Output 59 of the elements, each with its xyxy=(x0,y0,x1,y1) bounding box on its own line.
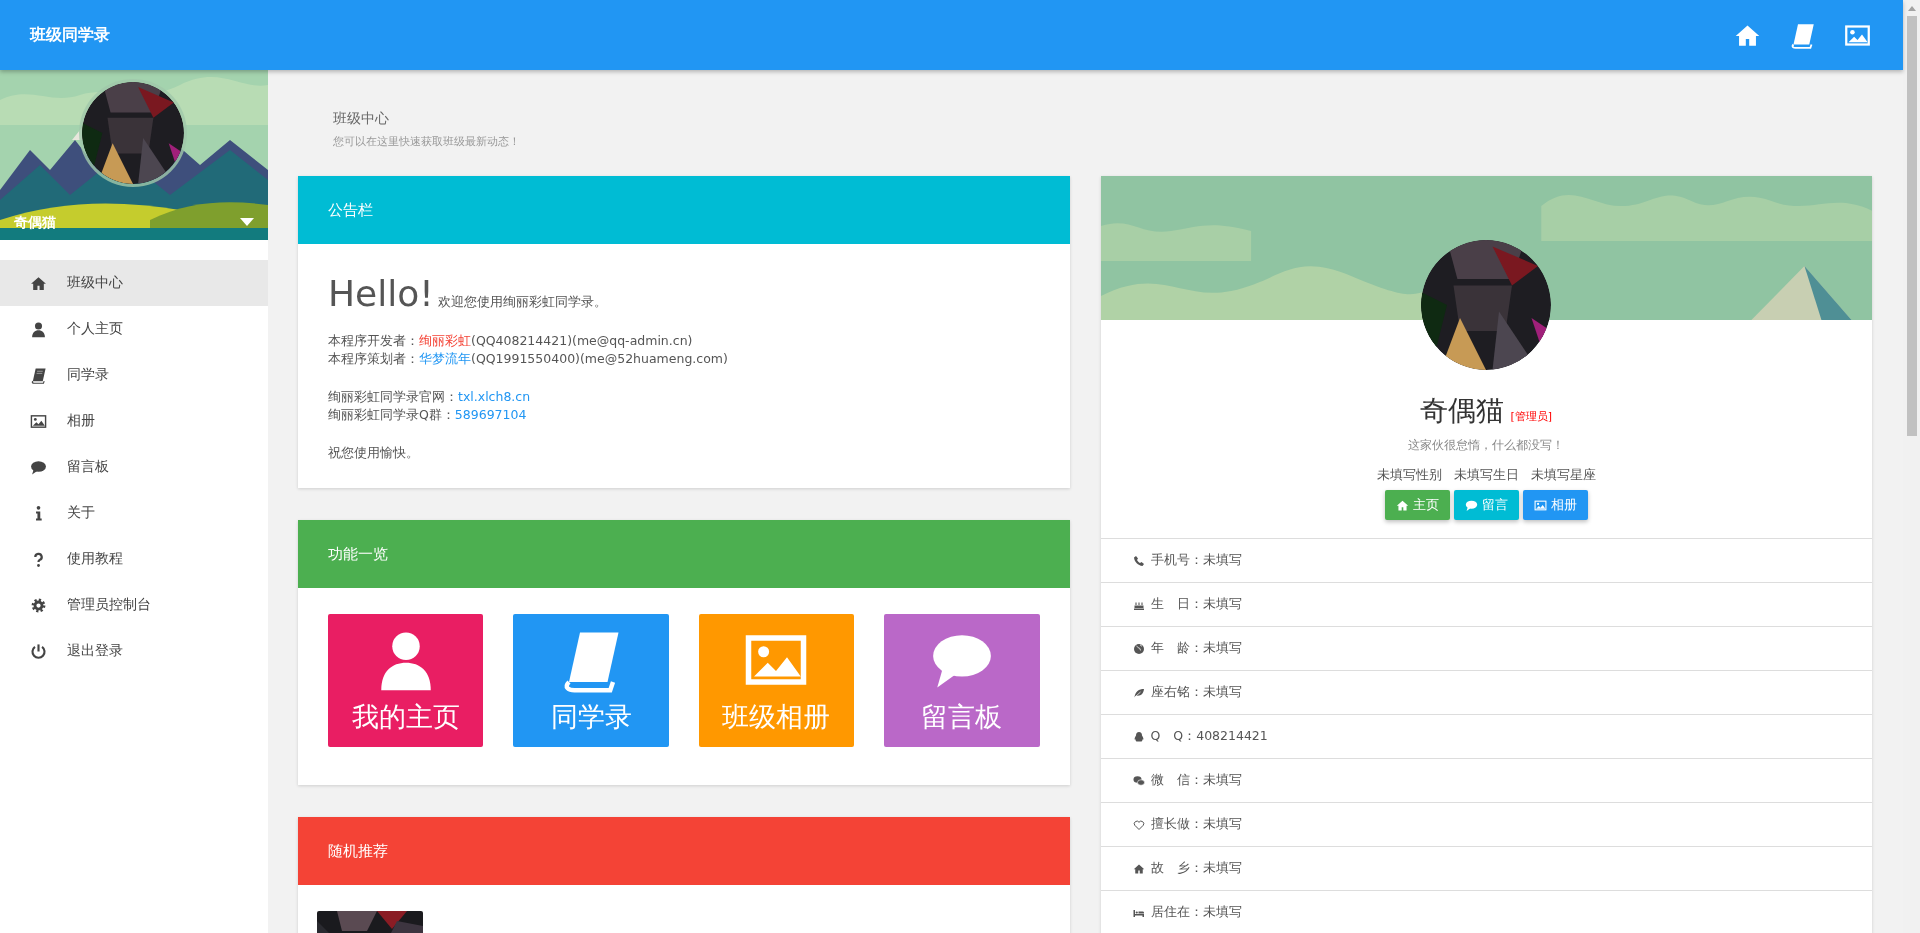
profile-detail: 未填写星座 xyxy=(1530,467,1596,484)
profile-field: 年 龄：未填写 xyxy=(1150,640,1242,657)
settings-icon xyxy=(30,596,47,614)
notice-line: 本程序开发者：绚丽彩虹(QQ408214421)(me@qq-admin.cn) xyxy=(328,332,694,350)
notice-line: 祝您使用愉快。 xyxy=(328,444,420,462)
profile-field: 座右铭：未填写 xyxy=(1150,684,1242,701)
user-icon xyxy=(30,320,47,338)
feature-tile[interactable]: 同学录 xyxy=(513,614,669,747)
link[interactable]: 华梦流年 xyxy=(419,351,471,366)
page-title: 班级中心 xyxy=(333,110,390,128)
profile-field: 故 乡：未填写 xyxy=(1150,860,1242,877)
profile-detail: 未填写生日 xyxy=(1453,467,1519,484)
site-title: 班级同学录 xyxy=(30,24,110,46)
phone-icon xyxy=(1132,554,1145,567)
scrollbar-thumb[interactable] xyxy=(1906,16,1917,436)
card-title: 功能一览 xyxy=(328,544,388,564)
penguin-icon xyxy=(1132,730,1145,743)
book-icon xyxy=(30,366,47,384)
role-tag: [管理员] xyxy=(1510,409,1553,424)
speech-bubble-icon xyxy=(30,458,47,476)
profile-field: 微 信：未填写 xyxy=(1150,772,1242,789)
profile-field: 擅长做：未填写 xyxy=(1150,816,1242,833)
globe-icon xyxy=(1132,642,1145,655)
scroll-up-icon[interactable] xyxy=(1907,6,1916,11)
profile-field: Q Q：408214421 xyxy=(1150,728,1268,745)
book-icon xyxy=(1789,21,1816,49)
link[interactable]: 589697104 xyxy=(454,407,527,422)
profile-button[interactable]: 相册 xyxy=(1522,490,1588,520)
profile-button[interactable]: 主页 xyxy=(1384,490,1450,520)
welcome-text: 欢迎您使用绚丽彩虹同学录。 xyxy=(437,294,607,309)
image-icon xyxy=(30,412,47,430)
notice-line: 本程序策划者：华梦流年(QQ1991550400)(me@52huameng.com) xyxy=(328,350,729,368)
link[interactable]: 绚丽彩虹 xyxy=(419,333,471,348)
chat-bubbles-icon xyxy=(1132,774,1145,787)
profile-field: 手机号：未填写 xyxy=(1150,552,1242,569)
home-icon xyxy=(1132,862,1145,875)
profile-name: 奇偶猫 xyxy=(1420,393,1505,429)
profile-bio: 这家伙很怠惰，什么都没写！ xyxy=(1408,438,1565,453)
feature-tile[interactable]: 留言板 xyxy=(884,614,1040,747)
speech-bubble-icon xyxy=(1464,498,1478,512)
link[interactable]: txl.xlch8.cn xyxy=(458,389,531,404)
profile-field: 居住在：未填写 xyxy=(1150,904,1242,921)
feature-tile[interactable]: 我的主页 xyxy=(328,614,484,747)
home-icon xyxy=(1395,498,1409,512)
nav-item[interactable]: 班级中心 xyxy=(0,260,268,306)
image-icon xyxy=(1533,498,1547,512)
profile-field: 生 日：未填写 xyxy=(1150,596,1242,613)
leaf-icon xyxy=(1132,686,1145,699)
page-subtitle: 您可以在这里快速获取班级最新动态！ xyxy=(333,134,521,149)
profile-detail: 未填写性别 xyxy=(1376,467,1442,484)
home-icon xyxy=(30,274,47,292)
greeting-heading: Hello! xyxy=(328,273,434,314)
power-icon xyxy=(30,642,47,660)
notice-line: 绚丽彩虹同学录Q群：589697104 xyxy=(328,406,528,424)
notice-line: 绚丽彩虹同学录官网：txl.xlch8.cn xyxy=(328,388,532,406)
card-title: 公告栏 xyxy=(328,200,373,220)
card-title: 随机推荐 xyxy=(328,841,388,861)
heart-icon xyxy=(1132,818,1145,831)
profile-button[interactable]: 留言 xyxy=(1453,490,1519,520)
